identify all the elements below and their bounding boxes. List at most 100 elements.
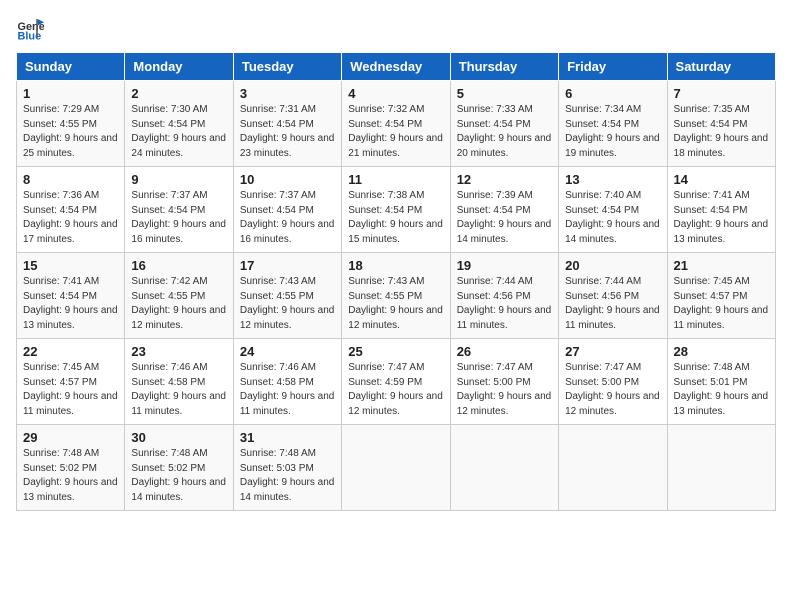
day-info: Sunrise: 7:48 AMSunset: 5:02 PMDaylight:… [131, 447, 226, 505]
calendar-cell: 4 Sunrise: 7:32 AMSunset: 4:54 PMDaylight… [342, 81, 450, 167]
calendar-cell: 15 Sunrise: 7:41 AMSunset: 4:54 PMDayligh… [17, 253, 125, 339]
calendar-cell: 12Sunrise: 7:39 AMSunset: 4:54 PMDayligh… [450, 167, 558, 253]
logo: General Blue [16, 16, 48, 44]
calendar-cell: 5Sunrise: 7:33 AMSunset: 4:54 PMDaylight… [450, 81, 558, 167]
calendar-cell: 8Sunrise: 7:36 AMSunset: 4:54 PMDaylight… [17, 167, 125, 253]
calendar-cell: 11 Sunrise: 7:38 AMSunset: 4:54 PMDayligh… [342, 167, 450, 253]
day-header-saturday: Saturday [667, 53, 775, 81]
calendar-cell: 26 Sunrise: 7:47 AMSunset: 5:00 PMDayligh… [450, 339, 558, 425]
day-number: 29 [23, 430, 118, 445]
day-header-thursday: Thursday [450, 53, 558, 81]
day-info: Sunrise: 7:32 AMSunset: 4:54 PMDaylight:… [348, 103, 443, 161]
calendar-cell: 25 Sunrise: 7:47 AMSunset: 4:59 PMDayligh… [342, 339, 450, 425]
day-info: Sunrise: 7:42 AMSunset: 4:55 PMDaylight:… [131, 275, 226, 333]
calendar-cell: 21 Sunrise: 7:45 AMSunset: 4:57 PMDayligh… [667, 253, 775, 339]
day-number: 26 [457, 344, 552, 359]
calendar-cell: 22 Sunrise: 7:45 AMSunset: 4:57 PMDayligh… [17, 339, 125, 425]
calendar-cell [342, 425, 450, 511]
calendar-cell: 20 Sunrise: 7:44 AMSunset: 4:56 PMDayligh… [559, 253, 667, 339]
calendar-cell: 23Sunrise: 7:46 AMSunset: 4:58 PMDayligh… [125, 339, 233, 425]
day-info: Sunrise: 7:30 AMSunset: 4:54 PMDaylight:… [131, 103, 226, 161]
day-number: 2 [131, 86, 226, 101]
day-number: 20 [565, 258, 660, 273]
day-number: 15 [23, 258, 118, 273]
day-info: Sunrise: 7:48 AMSunset: 5:03 PMDaylight:… [240, 447, 335, 505]
calendar-header-row: SundayMondayTuesdayWednesdayThursdayFrid… [17, 53, 776, 81]
day-info: Sunrise: 7:45 AMSunset: 4:57 PMDaylight:… [23, 361, 118, 419]
calendar-cell: 16 Sunrise: 7:42 AMSunset: 4:55 PMDayligh… [125, 253, 233, 339]
day-number: 18 [348, 258, 443, 273]
day-number: 27 [565, 344, 660, 359]
day-number: 1 [23, 86, 118, 101]
calendar-cell: 29 Sunrise: 7:48 AMSunset: 5:02 PMDayligh… [17, 425, 125, 511]
calendar-cell: 30 Sunrise: 7:48 AMSunset: 5:02 PMDayligh… [125, 425, 233, 511]
day-number: 6 [565, 86, 660, 101]
day-info: Sunrise: 7:41 AMSunset: 4:54 PMDaylight:… [23, 275, 118, 333]
calendar-cell: 19 Sunrise: 7:44 AMSunset: 4:56 PMDayligh… [450, 253, 558, 339]
calendar-cell: 7Sunrise: 7:35 AMSunset: 4:54 PMDaylight… [667, 81, 775, 167]
day-info: Sunrise: 7:45 AMSunset: 4:57 PMDaylight:… [674, 275, 769, 333]
logo-icon: General Blue [16, 16, 44, 44]
calendar-cell [667, 425, 775, 511]
calendar-cell: 6Sunrise: 7:34 AMSunset: 4:54 PMDaylight… [559, 81, 667, 167]
page-header: General Blue [16, 16, 776, 44]
day-info: Sunrise: 7:44 AMSunset: 4:56 PMDaylight:… [457, 275, 552, 333]
week-row-5: 29 Sunrise: 7:48 AMSunset: 5:02 PMDayligh… [17, 425, 776, 511]
day-info: Sunrise: 7:47 AMSunset: 4:59 PMDaylight:… [348, 361, 443, 419]
calendar-cell: 9 Sunrise: 7:37 AMSunset: 4:54 PMDaylight… [125, 167, 233, 253]
calendar-cell: 17Sunrise: 7:43 AMSunset: 4:55 PMDayligh… [233, 253, 341, 339]
calendar-cell: 18 Sunrise: 7:43 AMSunset: 4:55 PMDayligh… [342, 253, 450, 339]
calendar-cell: 28 Sunrise: 7:48 AMSunset: 5:01 PMDayligh… [667, 339, 775, 425]
day-info: Sunrise: 7:44 AMSunset: 4:56 PMDaylight:… [565, 275, 660, 333]
day-info: Sunrise: 7:43 AMSunset: 4:55 PMDaylight:… [240, 275, 335, 333]
day-info: Sunrise: 7:38 AMSunset: 4:54 PMDaylight:… [348, 189, 443, 247]
day-header-friday: Friday [559, 53, 667, 81]
calendar-cell: 31 Sunrise: 7:48 AMSunset: 5:03 PMDayligh… [233, 425, 341, 511]
calendar: SundayMondayTuesdayWednesdayThursdayFrid… [16, 52, 776, 511]
day-info: Sunrise: 7:39 AMSunset: 4:54 PMDaylight:… [457, 189, 552, 247]
day-info: Sunrise: 7:47 AMSunset: 5:00 PMDaylight:… [565, 361, 660, 419]
day-number: 14 [674, 172, 769, 187]
day-info: Sunrise: 7:40 AMSunset: 4:54 PMDaylight:… [565, 189, 660, 247]
day-number: 7 [674, 86, 769, 101]
calendar-cell: 27 Sunrise: 7:47 AMSunset: 5:00 PMDayligh… [559, 339, 667, 425]
calendar-cell: 13 Sunrise: 7:40 AMSunset: 4:54 PMDayligh… [559, 167, 667, 253]
day-number: 28 [674, 344, 769, 359]
calendar-cell: 2 Sunrise: 7:30 AMSunset: 4:54 PMDaylight… [125, 81, 233, 167]
day-number: 19 [457, 258, 552, 273]
calendar-cell [559, 425, 667, 511]
day-info: Sunrise: 7:41 AMSunset: 4:54 PMDaylight:… [674, 189, 769, 247]
day-number: 9 [131, 172, 226, 187]
calendar-cell: 10 Sunrise: 7:37 AMSunset: 4:54 PMDayligh… [233, 167, 341, 253]
day-number: 30 [131, 430, 226, 445]
day-number: 4 [348, 86, 443, 101]
day-info: Sunrise: 7:47 AMSunset: 5:00 PMDaylight:… [457, 361, 552, 419]
day-info: Sunrise: 7:36 AMSunset: 4:54 PMDaylight:… [23, 189, 118, 247]
day-info: Sunrise: 7:48 AMSunset: 5:02 PMDaylight:… [23, 447, 118, 505]
week-row-4: 22 Sunrise: 7:45 AMSunset: 4:57 PMDayligh… [17, 339, 776, 425]
day-number: 23 [131, 344, 226, 359]
day-info: Sunrise: 7:37 AMSunset: 4:54 PMDaylight:… [131, 189, 226, 247]
day-header-wednesday: Wednesday [342, 53, 450, 81]
calendar-cell: 24 Sunrise: 7:46 AMSunset: 4:58 PMDayligh… [233, 339, 341, 425]
day-header-monday: Monday [125, 53, 233, 81]
week-row-1: 1 Sunrise: 7:29 AMSunset: 4:55 PMDaylight… [17, 81, 776, 167]
day-number: 10 [240, 172, 335, 187]
day-info: Sunrise: 7:48 AMSunset: 5:01 PMDaylight:… [674, 361, 769, 419]
day-info: Sunrise: 7:29 AMSunset: 4:55 PMDaylight:… [23, 103, 118, 161]
day-number: 13 [565, 172, 660, 187]
day-number: 11 [348, 172, 443, 187]
day-number: 16 [131, 258, 226, 273]
day-number: 24 [240, 344, 335, 359]
day-number: 5 [457, 86, 552, 101]
day-number: 3 [240, 86, 335, 101]
calendar-cell: 1 Sunrise: 7:29 AMSunset: 4:55 PMDaylight… [17, 81, 125, 167]
day-number: 22 [23, 344, 118, 359]
day-number: 21 [674, 258, 769, 273]
day-info: Sunrise: 7:37 AMSunset: 4:54 PMDaylight:… [240, 189, 335, 247]
day-header-tuesday: Tuesday [233, 53, 341, 81]
day-info: Sunrise: 7:46 AMSunset: 4:58 PMDaylight:… [240, 361, 335, 419]
day-number: 31 [240, 430, 335, 445]
day-info: Sunrise: 7:43 AMSunset: 4:55 PMDaylight:… [348, 275, 443, 333]
day-number: 25 [348, 344, 443, 359]
